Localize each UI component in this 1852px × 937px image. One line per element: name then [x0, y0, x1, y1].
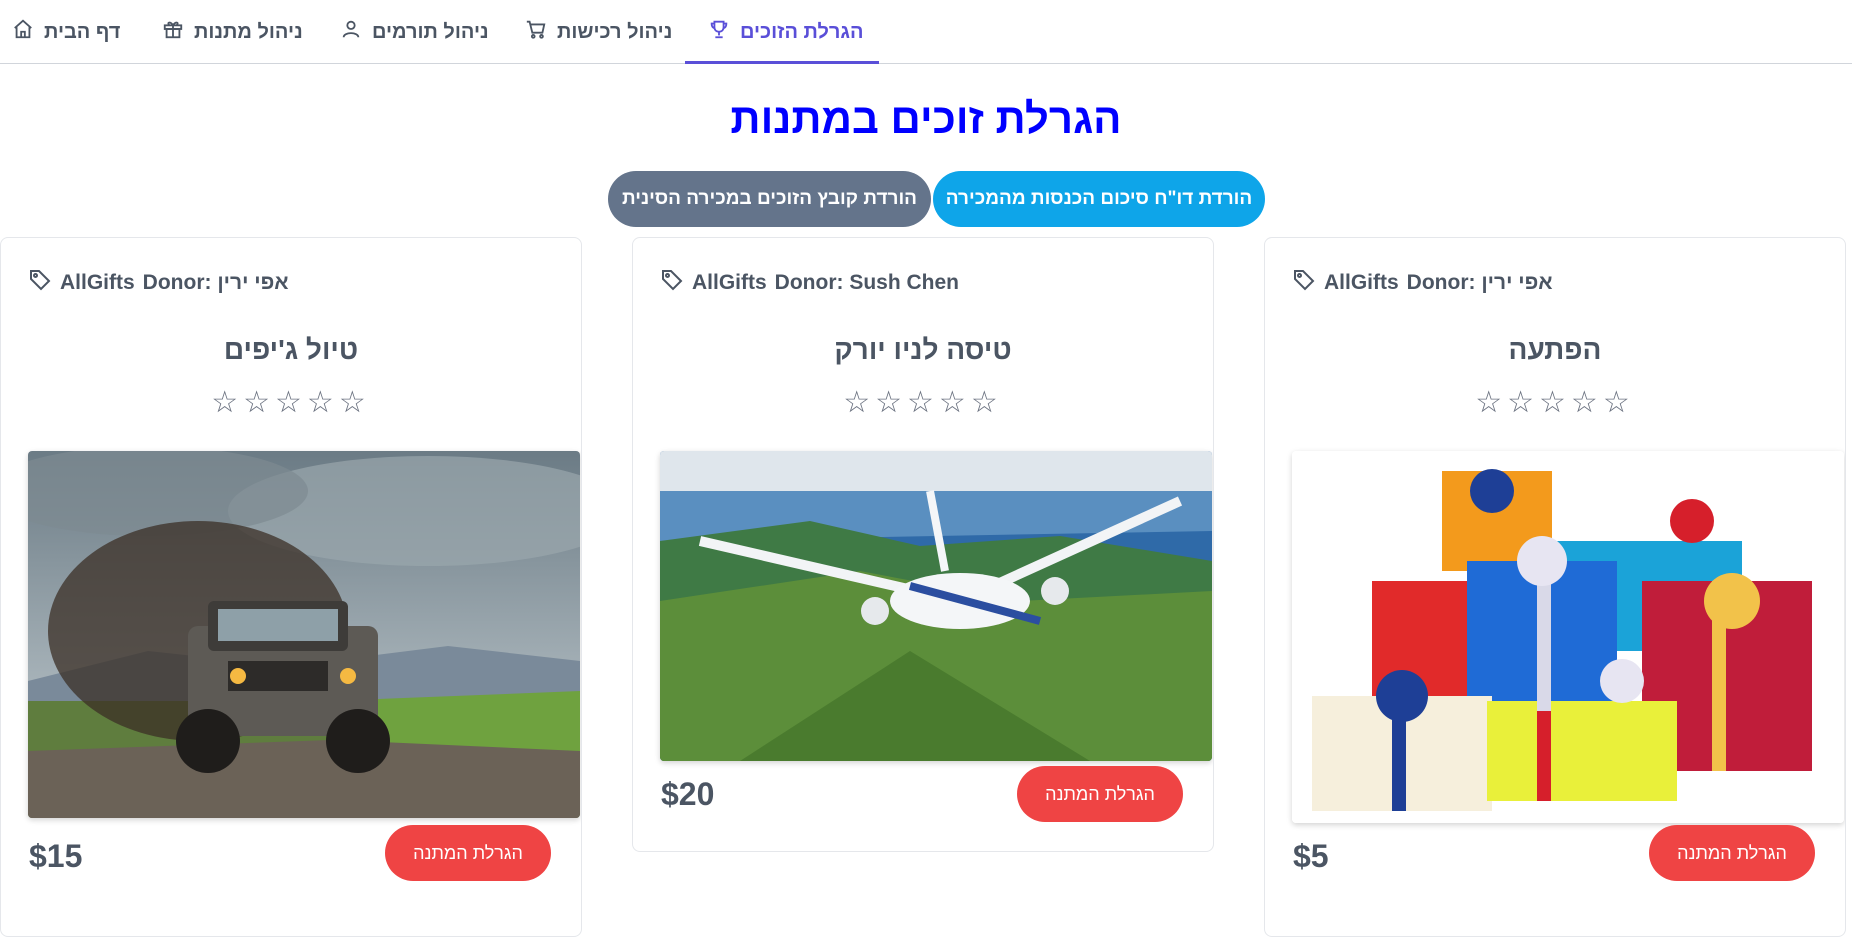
cart-icon — [525, 18, 547, 46]
gift-icon — [162, 18, 184, 46]
top-navbar: דף הבית ניהול מתנות ניהול תורמים ניהול ר… — [0, 0, 1852, 64]
nav-gifts-label: ניהול מתנות — [194, 20, 303, 43]
gift-category: AllGifts — [692, 271, 767, 294]
gift-price: $20 — [661, 776, 715, 812]
card-header: AllGifts Donor: אפי ירין — [28, 268, 289, 298]
jeep-photo — [28, 451, 580, 818]
gift-category: AllGifts — [1324, 271, 1399, 294]
gift-donor: Donor: אפי ירין — [1406, 271, 1553, 294]
rating-stars[interactable]: ☆☆☆☆☆ — [633, 385, 1213, 420]
gift-category: AllGifts — [60, 271, 135, 294]
rating-stars[interactable]: ☆☆☆☆☆ — [1, 385, 581, 420]
tag-icon — [1292, 268, 1316, 298]
active-tab-indicator — [685, 61, 879, 64]
gift-name: הפתעה — [1508, 334, 1602, 365]
user-icon — [340, 18, 362, 46]
nav-donors[interactable]: ניהול תורמים — [340, 0, 489, 64]
nav-home[interactable]: דף הבית — [12, 0, 120, 64]
card-header: AllGifts Donor: Sush Chen — [660, 268, 959, 298]
raffle-gift-button[interactable]: הגרלת המתנה — [1017, 766, 1183, 822]
trophy-icon — [708, 18, 730, 46]
gift-name: טיסה לניו יורק — [834, 334, 1012, 365]
download-winners-file-button[interactable]: הורדת קובץ הזוכים במכירה הסינית — [608, 171, 931, 227]
nav-raffle[interactable]: הגרלת הזוכים — [708, 0, 864, 64]
rating-stars[interactable]: ☆☆☆☆☆ — [1265, 385, 1845, 420]
home-icon — [12, 18, 34, 46]
gift-card: AllGifts Donor: Sush Chen טיסה לניו יורק… — [632, 237, 1214, 852]
nav-purchases[interactable]: ניהול רכישות — [525, 0, 672, 64]
gift-boxes-photo — [1292, 451, 1844, 823]
download-revenue-report-button[interactable]: הורדת דו"ח סיכום הכנסות מהמכירה — [933, 171, 1265, 227]
card-header: AllGifts Donor: אפי ירין — [1292, 268, 1553, 298]
nav-donors-label: ניהול תורמים — [372, 20, 489, 43]
nav-purchases-label: ניהול רכישות — [557, 20, 673, 43]
gift-price: $5 — [1293, 838, 1329, 874]
gift-price: $15 — [29, 838, 83, 874]
page-title: הגרלת זוכים במתנות — [730, 95, 1122, 142]
nav-gifts[interactable]: ניהול מתנות — [162, 0, 303, 64]
gift-donor: Donor: Sush Chen — [774, 271, 959, 294]
nav-raffle-label: הגרלת הזוכים — [740, 20, 864, 43]
gift-name: טיול ג'יפים — [223, 334, 359, 365]
nav-home-label: דף הבית — [44, 20, 121, 43]
tag-icon — [28, 268, 52, 298]
airplane-photo — [660, 451, 1212, 761]
gift-donor: Donor: אפי ירין — [142, 271, 289, 294]
tag-icon — [660, 268, 684, 298]
gift-card: AllGifts Donor: אפי ירין הפתעה ☆☆☆☆☆ $5 … — [1264, 237, 1846, 937]
gift-card: AllGifts Donor: אפי ירין טיול ג'יפים ☆☆☆… — [0, 237, 582, 937]
